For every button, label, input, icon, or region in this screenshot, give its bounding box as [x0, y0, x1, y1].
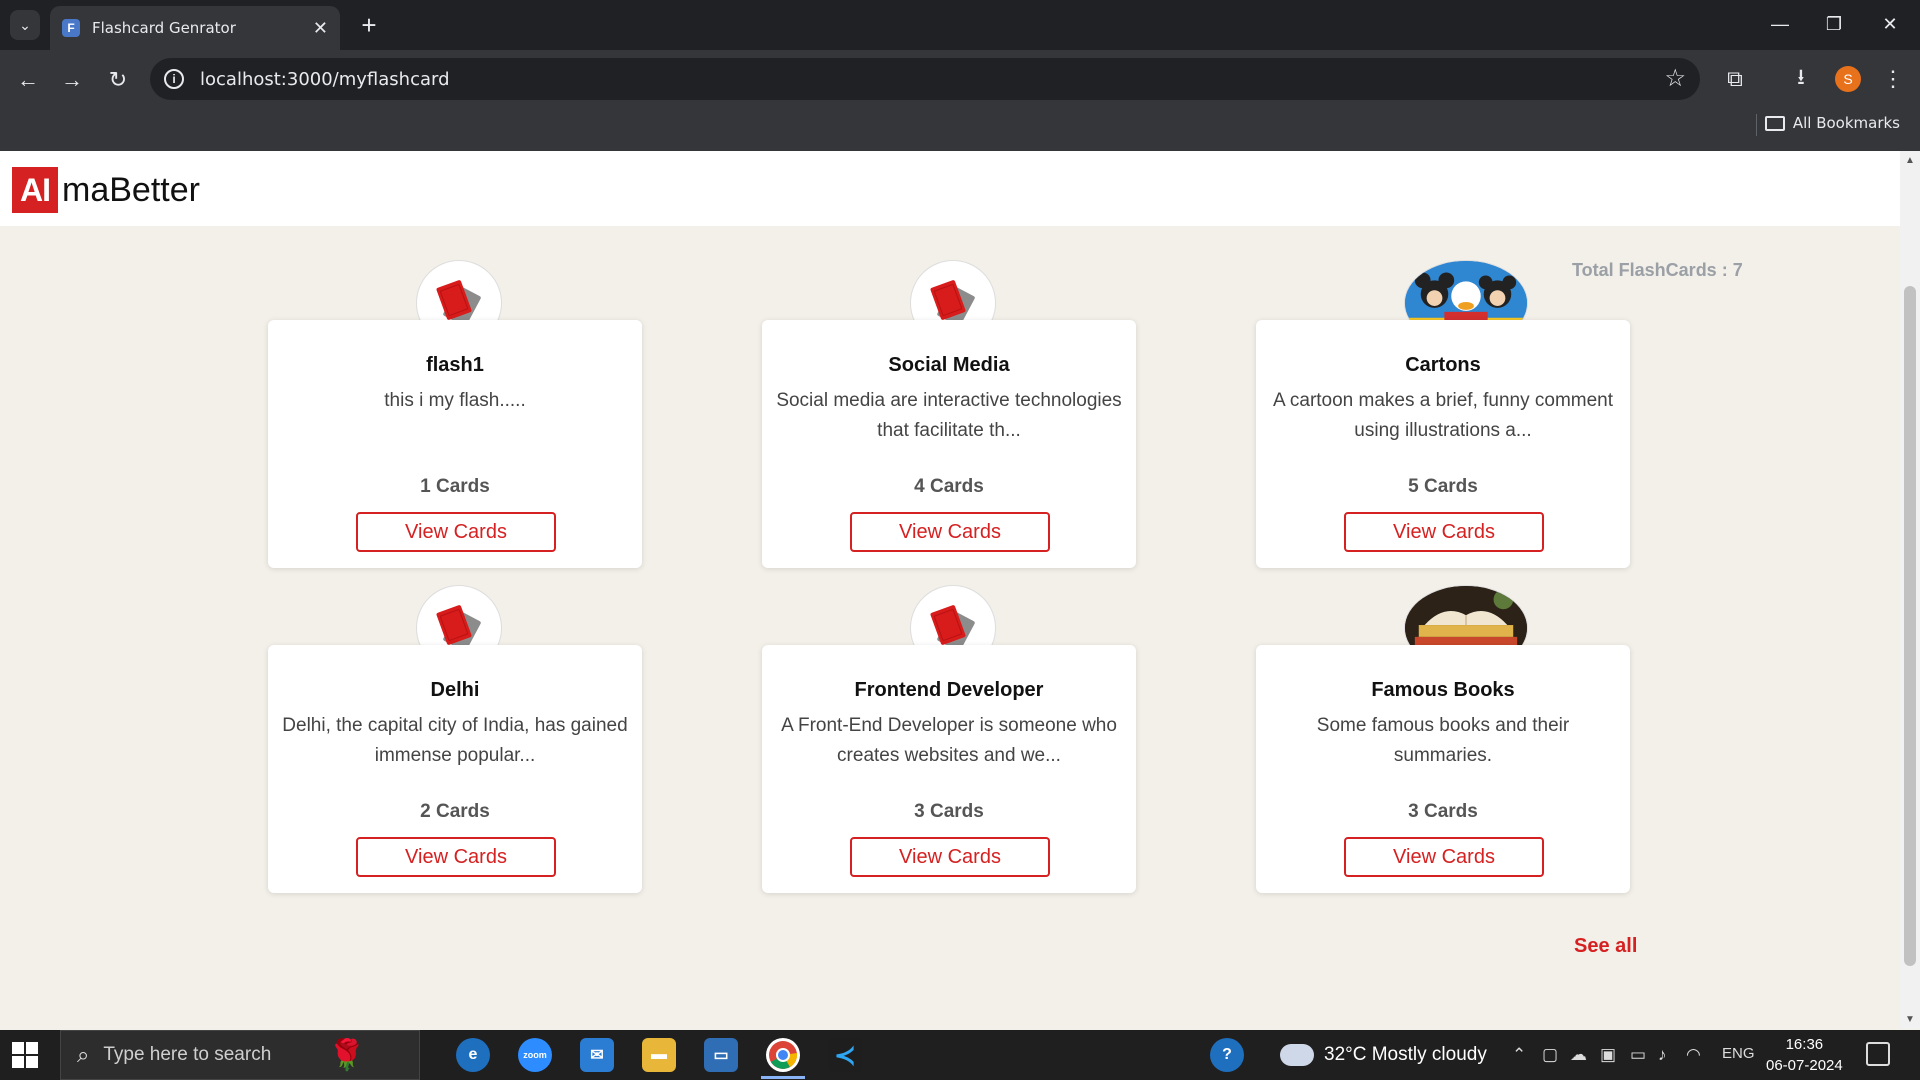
- site-info-icon[interactable]: i: [164, 69, 184, 89]
- forward-arrow-icon[interactable]: →: [54, 62, 90, 98]
- card-title: Delhi: [430, 679, 480, 701]
- card-title: Social Media: [888, 354, 1010, 376]
- card-description: A Front-End Developer is someone who cre…: [781, 715, 1117, 766]
- see-all-link[interactable]: See all: [1574, 935, 1637, 958]
- card-title: Frontend Developer: [854, 679, 1044, 701]
- cloud-weather-icon: [1280, 1044, 1314, 1066]
- card-count: 3 Cards: [1408, 801, 1478, 822]
- file-explorer-icon[interactable]: ▬: [642, 1038, 676, 1072]
- mail-icon[interactable]: ✉: [580, 1038, 614, 1072]
- scroll-down-arrow-icon[interactable]: ▼: [1905, 1014, 1915, 1025]
- roses-decoration-icon: 🌹: [328, 1039, 366, 1072]
- tray-meet-icon[interactable]: ▢: [1542, 1045, 1558, 1065]
- volume-icon[interactable]: ♪: [1658, 1045, 1667, 1065]
- taskbar-search-placeholder: Type here to search: [103, 1044, 272, 1065]
- chrome-active-indicator: [761, 1076, 805, 1079]
- clock-date: 06-07-2024: [1766, 1057, 1843, 1074]
- extensions-puzzle-icon[interactable]: ⧉: [1718, 62, 1752, 96]
- browser-tab[interactable]: F Flashcard Genrator ✕: [50, 6, 340, 50]
- tab-close-icon[interactable]: ✕: [313, 18, 328, 39]
- windows-taskbar: ⌕ Type here to search 🌹 e zoom ✉ ▬ ▭ ≺ ?…: [0, 1030, 1920, 1080]
- flashcard-group-card: Social Media Social media are interactiv…: [762, 320, 1136, 568]
- remote-desktop-icon[interactable]: ▭: [704, 1038, 738, 1072]
- tray-chevron-icon[interactable]: ⌃: [1512, 1045, 1526, 1065]
- tray-display-icon[interactable]: ▣: [1600, 1045, 1616, 1065]
- card-count: 4 Cards: [914, 476, 984, 497]
- card-count: 3 Cards: [914, 801, 984, 822]
- chrome-icon[interactable]: [766, 1038, 800, 1072]
- address-bar[interactable]: i localhost:3000/myflashcard ☆: [150, 58, 1700, 100]
- total-flashcards-count: Total FlashCards : 7: [1572, 260, 1743, 280]
- tab-favicon-icon: F: [62, 19, 80, 37]
- card-title: Famous Books: [1371, 679, 1515, 701]
- card-description: this i my flash.....: [384, 390, 526, 411]
- card-count: 5 Cards: [1408, 476, 1478, 497]
- card-description: Some famous books and their summaries.: [1316, 715, 1570, 766]
- app-header: AI maBetter: [0, 151, 1900, 226]
- bookmarks-divider: [1756, 114, 1757, 136]
- wifi-icon[interactable]: ◠: [1686, 1045, 1701, 1065]
- weather-text: 32°C Mostly cloudy: [1324, 1044, 1487, 1065]
- flashcard-group-card: Cartons A cartoon makes a brief, funny c…: [1256, 320, 1630, 568]
- zoom-icon[interactable]: zoom: [518, 1038, 552, 1072]
- tray-cloud-icon[interactable]: ☁: [1570, 1045, 1587, 1065]
- all-bookmarks-label: All Bookmarks: [1792, 114, 1900, 132]
- tab-search-chevron-icon[interactable]: ⌄: [10, 10, 40, 40]
- card-description: Social media are interactive technologie…: [776, 390, 1122, 441]
- vscode-icon[interactable]: ≺: [828, 1038, 862, 1072]
- weather-widget[interactable]: 32°C Mostly cloudy: [1280, 1030, 1487, 1080]
- bookmark-star-icon[interactable]: ☆: [1664, 64, 1686, 93]
- minimize-icon[interactable]: —: [1760, 8, 1800, 40]
- notification-center-icon[interactable]: [1866, 1042, 1890, 1066]
- all-bookmarks-button[interactable]: All Bookmarks: [1764, 114, 1900, 132]
- card-title: flash1: [426, 354, 484, 376]
- view-cards-button[interactable]: View Cards: [850, 837, 1050, 877]
- view-cards-button[interactable]: View Cards: [356, 512, 556, 552]
- card-title: Cartons: [1405, 354, 1481, 376]
- language-indicator[interactable]: ENG: [1722, 1045, 1755, 1062]
- flashcard-group-card: Famous Books Some famous books and their…: [1256, 645, 1630, 893]
- reload-icon[interactable]: ↻: [100, 62, 136, 98]
- view-cards-button[interactable]: View Cards: [1344, 512, 1544, 552]
- view-cards-button[interactable]: View Cards: [1344, 837, 1544, 877]
- system-clock[interactable]: 16:36 06-07-2024: [1766, 1034, 1843, 1076]
- url-text[interactable]: localhost:3000/myflashcard: [200, 69, 450, 90]
- card-count: 2 Cards: [420, 801, 490, 822]
- restore-icon[interactable]: ❐: [1814, 8, 1854, 40]
- logo-wordmark: maBetter: [62, 170, 200, 209]
- download-icon[interactable]: ⭳: [1784, 62, 1818, 96]
- search-icon: ⌕: [77, 1042, 90, 1067]
- browser-tab-strip: ⌄ F Flashcard Genrator ✕ + — ❐ ✕: [0, 0, 1920, 50]
- flashcard-group-card: Frontend Developer A Front-End Developer…: [762, 645, 1136, 893]
- logo-ai-mark: AI: [12, 167, 58, 213]
- card-description: Delhi, the capital city of India, has ga…: [282, 715, 628, 766]
- view-cards-button[interactable]: View Cards: [356, 837, 556, 877]
- folder-icon: [1764, 115, 1785, 131]
- edge-browser-icon[interactable]: e: [456, 1038, 490, 1072]
- battery-icon[interactable]: ▭: [1630, 1045, 1646, 1065]
- window-close-icon[interactable]: ✕: [1870, 8, 1910, 40]
- back-arrow-icon[interactable]: ←: [10, 62, 46, 98]
- help-icon[interactable]: ?: [1210, 1038, 1244, 1072]
- scroll-up-arrow-icon[interactable]: ▲: [1905, 155, 1915, 166]
- card-count: 1 Cards: [420, 476, 490, 497]
- view-cards-button[interactable]: View Cards: [850, 512, 1050, 552]
- flashcard-group-card: Delhi Delhi, the capital city of India, …: [268, 645, 642, 893]
- almabetter-logo[interactable]: AI maBetter: [12, 167, 200, 213]
- menu-kebab-icon[interactable]: ⋮: [1876, 62, 1910, 96]
- browser-toolbar: ← → ↻ i localhost:3000/myflashcard ☆ ⧉ ⭳…: [0, 50, 1920, 158]
- taskbar-search-box[interactable]: ⌕ Type here to search: [60, 1030, 420, 1080]
- clock-time: 16:36: [1785, 1036, 1824, 1053]
- windows-start-icon[interactable]: [12, 1042, 38, 1068]
- tab-title: Flashcard Genrator: [92, 19, 236, 37]
- new-tab-plus-icon[interactable]: +: [354, 10, 384, 40]
- scroll-thumb[interactable]: [1904, 286, 1916, 966]
- page-scrollbar[interactable]: ▲ ▼: [1900, 151, 1920, 1029]
- card-description: A cartoon makes a brief, funny comment u…: [1272, 390, 1614, 441]
- flashcard-group-card: flash1 this i my flash..... 1 Cards View…: [268, 320, 642, 568]
- profile-avatar[interactable]: S: [1835, 66, 1861, 92]
